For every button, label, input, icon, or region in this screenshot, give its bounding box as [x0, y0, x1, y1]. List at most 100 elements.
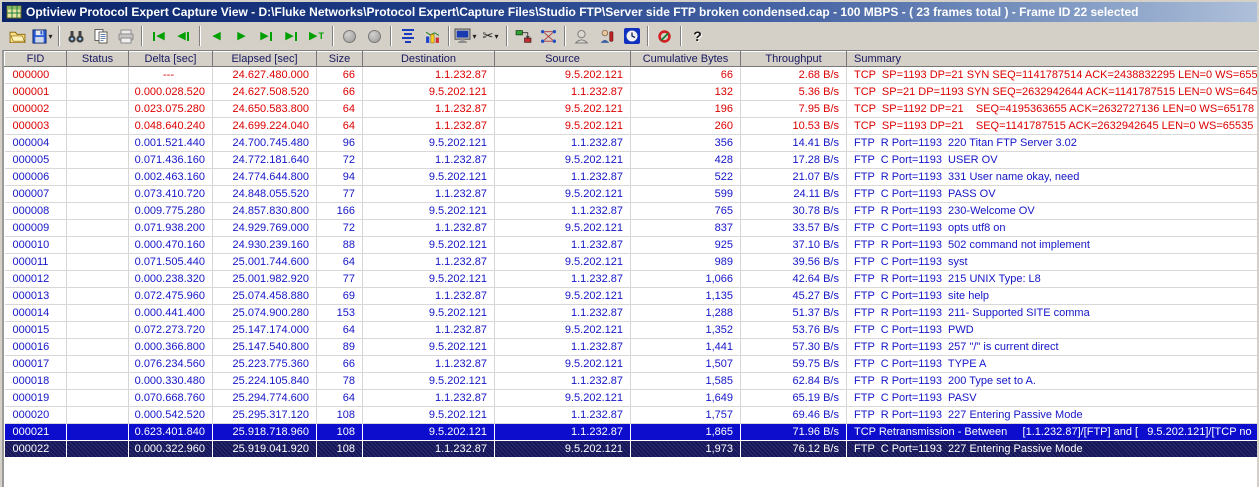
- cell-delta: 0.623.401.840: [129, 424, 213, 441]
- cell-destination: 9.5.202.121: [363, 305, 495, 322]
- cell-status: [67, 118, 129, 135]
- cell-fid: 000017: [5, 356, 67, 373]
- frame-row-000003[interactable]: 0000030.048.640.24024.699.224.040641.1.2…: [5, 118, 1258, 135]
- column-header-cumulative[interactable]: Cumulative Bytes: [631, 52, 741, 67]
- cell-cumulative: 1,352: [631, 322, 741, 339]
- column-header-fid[interactable]: FID: [5, 52, 67, 67]
- frame-row-000001[interactable]: 0000010.000.028.52024.627.508.520669.5.2…: [5, 84, 1258, 101]
- cell-elapsed: 25.001.982.920: [213, 271, 317, 288]
- expert-view-button[interactable]: [569, 25, 594, 48]
- frame-row-000002[interactable]: 0000020.023.075.28024.650.583.800641.1.2…: [5, 101, 1258, 118]
- frame-row-000021[interactable]: 0000210.623.401.84025.918.718.9601089.5.…: [5, 424, 1258, 441]
- toolbar-separator: [390, 26, 392, 46]
- column-header-destination[interactable]: Destination: [363, 52, 495, 67]
- cell-delta: 0.000.330.480: [129, 373, 213, 390]
- frame-row-000015[interactable]: 0000150.072.273.72025.147.174.000641.1.2…: [5, 322, 1258, 339]
- print-button[interactable]: [113, 25, 138, 48]
- cell-fid: 000014: [5, 305, 67, 322]
- cell-source: 9.5.202.121: [495, 101, 631, 118]
- capture-view-button-dropdown-arrow[interactable]: ▾: [472, 32, 476, 41]
- frame-list-view-button[interactable]: [395, 25, 420, 48]
- cell-throughput: 65.19 B/s: [741, 390, 847, 407]
- capture-stop-button[interactable]: [362, 25, 387, 48]
- column-header-size[interactable]: Size: [317, 52, 363, 67]
- column-header-status[interactable]: Status: [67, 52, 129, 67]
- cell-size: 78: [317, 373, 363, 390]
- capture-view-button[interactable]: ▾: [453, 25, 478, 48]
- cell-throughput: 51.37 B/s: [741, 305, 847, 322]
- statistics-view-button[interactable]: [420, 25, 445, 48]
- frame-row-000016[interactable]: 0000160.000.366.80025.147.540.800899.5.2…: [5, 339, 1258, 356]
- cell-throughput: 14.41 B/s: [741, 135, 847, 152]
- frame-row-000014[interactable]: 0000140.000.441.40025.074.900.2801539.5.…: [5, 305, 1258, 322]
- cell-source: 9.5.202.121: [495, 356, 631, 373]
- capture-stop-icon: [368, 30, 381, 43]
- capture-start-icon: [343, 30, 356, 43]
- frame-row-000011[interactable]: 0000110.071.505.44025.001.744.600641.1.2…: [5, 254, 1258, 271]
- find-button[interactable]: [63, 25, 88, 48]
- frame-row-000006[interactable]: 0000060.002.463.16024.774.644.800949.5.2…: [5, 169, 1258, 186]
- goto-trigger-frame-button[interactable]: ▶T: [304, 25, 329, 48]
- statistics-chart-icon: [425, 29, 440, 44]
- frame-row-000018[interactable]: 0000180.000.330.48025.224.105.840789.5.2…: [5, 373, 1258, 390]
- frame-row-000007[interactable]: 0000070.073.410.72024.848.055.520771.1.2…: [5, 186, 1258, 203]
- cell-size: 69: [317, 288, 363, 305]
- frame-row-000004[interactable]: 0000040.001.521.44024.700.745.480969.5.2…: [5, 135, 1258, 152]
- copy-button[interactable]: [88, 25, 113, 48]
- column-header-elapsed[interactable]: Elapsed [sec]: [213, 52, 317, 67]
- cell-source: 9.5.202.121: [495, 254, 631, 271]
- cell-status: [67, 135, 129, 152]
- column-header-summary[interactable]: Summary: [847, 52, 1258, 67]
- frame-row-000005[interactable]: 0000050.071.436.16024.772.181.640721.1.2…: [5, 152, 1258, 169]
- goto-last-frame-button[interactable]: ▶: [279, 25, 304, 48]
- cell-status: [67, 356, 129, 373]
- cell-destination: 1.1.232.87: [363, 322, 495, 339]
- cell-size: 94: [317, 169, 363, 186]
- frame-row-000020[interactable]: 0000200.000.542.52025.295.317.1201089.5.…: [5, 407, 1258, 424]
- frame-row-000012[interactable]: 0000120.000.238.32025.001.982.920779.5.2…: [5, 271, 1258, 288]
- cell-cumulative: 1,288: [631, 305, 741, 322]
- cell-source: 9.5.202.121: [495, 220, 631, 237]
- voip-view-button[interactable]: [594, 25, 619, 48]
- save-button[interactable]: ▾: [30, 25, 55, 48]
- help-button[interactable]: ?: [685, 25, 710, 48]
- cell-size: 166: [317, 203, 363, 220]
- frame-row-000010[interactable]: 0000100.000.470.16024.930.239.160889.5.2…: [5, 237, 1258, 254]
- goto-prev-marked-frame-button[interactable]: ◀: [171, 25, 196, 48]
- filter-button[interactable]: ✂▾: [478, 25, 503, 48]
- cell-size: 72: [317, 220, 363, 237]
- frame-sequence-button[interactable]: [536, 25, 561, 48]
- next-frame-icon: ▶: [237, 31, 245, 42]
- frame-row-000009[interactable]: 0000090.071.938.20024.929.769.000721.1.2…: [5, 220, 1258, 237]
- filter-button-dropdown-arrow[interactable]: ▾: [494, 32, 498, 41]
- cell-fid: 000019: [5, 390, 67, 407]
- cell-source: 1.1.232.87: [495, 373, 631, 390]
- next-frame-button[interactable]: ▶: [229, 25, 254, 48]
- goto-first-frame-button[interactable]: ◀: [146, 25, 171, 48]
- open-capture-button[interactable]: [5, 25, 30, 48]
- cell-cumulative: 356: [631, 135, 741, 152]
- frame-row-000022[interactable]: 0000220.000.322.96025.919.041.9201081.1.…: [5, 441, 1258, 458]
- goto-next-marked-frame-button[interactable]: ▶: [254, 25, 279, 48]
- save-button-dropdown-arrow[interactable]: ▾: [48, 32, 52, 41]
- cell-cumulative: 925: [631, 237, 741, 254]
- frame-row-000017[interactable]: 0000170.076.234.56025.223.775.360661.1.2…: [5, 356, 1258, 373]
- frame-row-000008[interactable]: 0000080.009.775.28024.857.830.8001669.5.…: [5, 203, 1258, 220]
- cell-source: 1.1.232.87: [495, 135, 631, 152]
- frame-row-000000[interactable]: 000000---24.627.480.000661.1.232.879.5.2…: [5, 67, 1258, 84]
- cell-elapsed: 25.295.317.120: [213, 407, 317, 424]
- performance-clock-button[interactable]: [619, 25, 644, 48]
- titlebar[interactable]: Optiview Protocol Expert Capture View - …: [2, 2, 1257, 22]
- cell-throughput: 39.56 B/s: [741, 254, 847, 271]
- column-header-source[interactable]: Source: [495, 52, 631, 67]
- capture-start-button[interactable]: [337, 25, 362, 48]
- prev-frame-button[interactable]: ◀: [204, 25, 229, 48]
- cell-summary: TCP SP=1192 DP=21 SEQ=4195363655 ACK=263…: [847, 101, 1258, 118]
- cell-size: 96: [317, 135, 363, 152]
- column-header-delta[interactable]: Delta [sec]: [129, 52, 213, 67]
- column-header-throughput[interactable]: Throughput: [741, 52, 847, 67]
- frame-row-000019[interactable]: 0000190.070.668.76025.294.774.600641.1.2…: [5, 390, 1258, 407]
- optiview-button[interactable]: [652, 25, 677, 48]
- frame-row-000013[interactable]: 0000130.072.475.96025.074.458.880691.1.2…: [5, 288, 1258, 305]
- connection-flow-button[interactable]: [511, 25, 536, 48]
